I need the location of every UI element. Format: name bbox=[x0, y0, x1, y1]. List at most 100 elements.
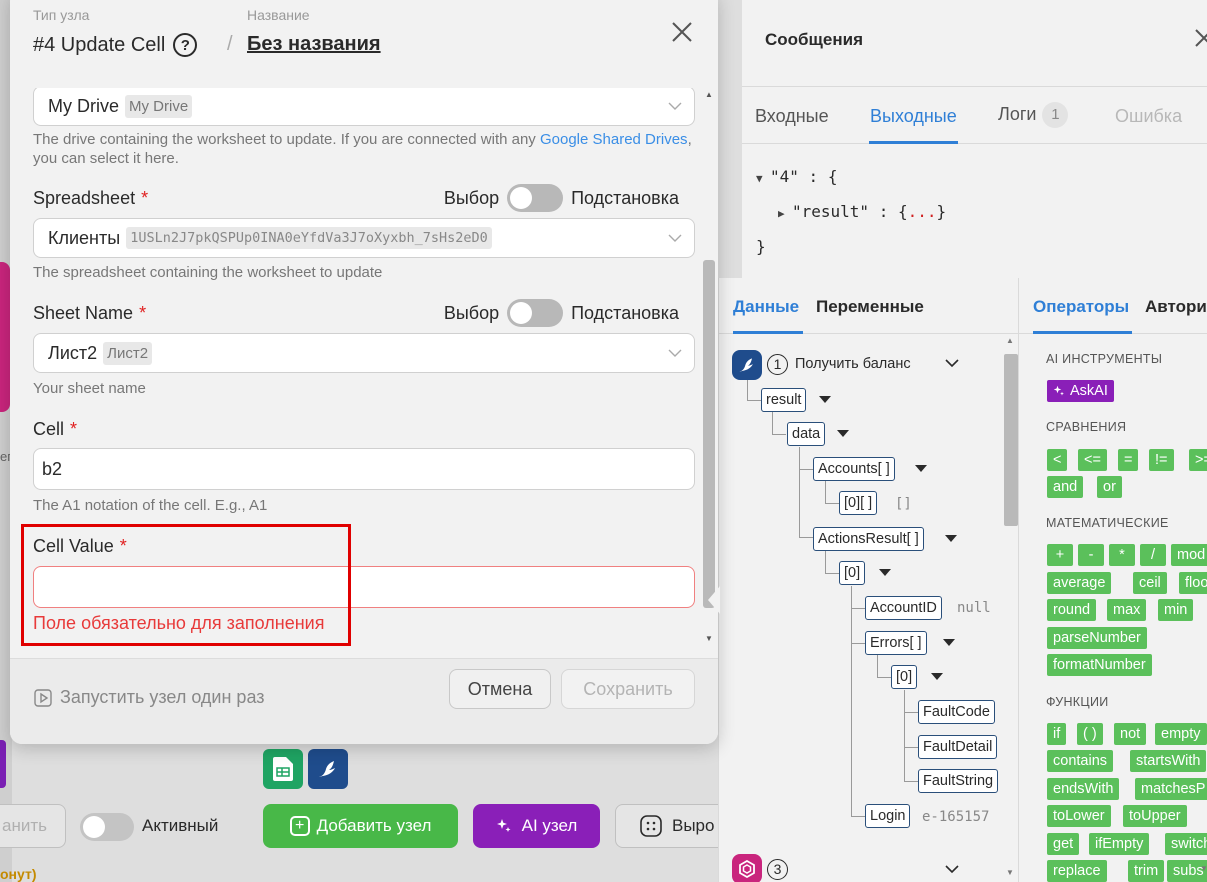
function-floor[interactable]: floor bbox=[1179, 572, 1207, 594]
tree-node-errors[interactable]: Errors[ ] bbox=[865, 631, 927, 655]
tab-data[interactable]: Данные bbox=[733, 297, 799, 317]
scroll-down-arrow-icon[interactable]: ▼ bbox=[1006, 868, 1014, 877]
form-scrollbar[interactable]: ▲ ▼ bbox=[702, 88, 716, 648]
operator-neq[interactable]: != bbox=[1149, 449, 1174, 471]
function-contains[interactable]: contains bbox=[1047, 750, 1114, 772]
data-scrollbar-thumb[interactable] bbox=[1004, 354, 1018, 526]
tree-node-actions-0[interactable]: [0] bbox=[839, 561, 866, 585]
tree-node-errors-0[interactable]: [0] bbox=[891, 665, 918, 689]
json-line-result[interactable]: ▶ "result" : {...} bbox=[756, 195, 946, 230]
tab-input[interactable]: Входные bbox=[755, 106, 829, 127]
function-round[interactable]: round bbox=[1047, 599, 1097, 621]
function-tolower[interactable]: toLower bbox=[1047, 805, 1111, 827]
scroll-down-arrow-icon[interactable]: ▼ bbox=[1200, 864, 1207, 873]
operator-eq[interactable]: = bbox=[1118, 449, 1139, 471]
scroll-down-arrow-icon[interactable]: ▼ bbox=[705, 634, 713, 643]
caret-down-icon[interactable] bbox=[879, 569, 891, 576]
tree-node-faultcode[interactable]: FaultCode bbox=[918, 700, 995, 724]
function-switch[interactable]: switch bbox=[1165, 833, 1207, 855]
run-once-button[interactable]: Запустить узел один раз bbox=[34, 687, 265, 708]
node-title[interactable]: Получить баланс bbox=[795, 356, 911, 372]
function-matches[interactable]: matchesP bbox=[1135, 778, 1207, 800]
function-replace[interactable]: replace bbox=[1047, 860, 1107, 882]
tab-authorization[interactable]: Автори bbox=[1145, 297, 1207, 317]
scroll-up-arrow-icon[interactable]: ▲ bbox=[1006, 336, 1014, 345]
operator-lte[interactable]: <= bbox=[1078, 449, 1107, 471]
tab-error[interactable]: Ошибка bbox=[1115, 106, 1182, 127]
function-min[interactable]: min bbox=[1158, 599, 1194, 621]
close-icon[interactable] bbox=[1194, 26, 1207, 50]
function-ceil[interactable]: ceil bbox=[1133, 572, 1167, 594]
cancel-button[interactable]: Отмена bbox=[449, 669, 551, 709]
operator-plus[interactable]: + bbox=[1047, 544, 1073, 566]
tree-node-result[interactable]: result bbox=[761, 388, 807, 412]
function-not[interactable]: not bbox=[1114, 723, 1147, 745]
caret-down-icon[interactable] bbox=[931, 673, 943, 680]
operator-gte[interactable]: >= bbox=[1189, 449, 1207, 471]
add-node-button[interactable]: + Добавить узел bbox=[263, 804, 458, 848]
collapsed-triangle-icon[interactable]: ▶ bbox=[778, 197, 792, 230]
tree-node-data[interactable]: data bbox=[787, 422, 826, 446]
tree-node-login[interactable]: Login bbox=[865, 804, 911, 828]
tab-output[interactable]: Выходные bbox=[870, 106, 957, 127]
tab-variables[interactable]: Переменные bbox=[816, 297, 924, 317]
bird-app-node-icon[interactable] bbox=[308, 749, 348, 789]
function-formatnumber[interactable]: formatNumber bbox=[1047, 654, 1152, 676]
help-icon[interactable]: ? bbox=[173, 33, 198, 57]
tree-node-faultstring[interactable]: FaultString bbox=[918, 769, 999, 793]
export-button[interactable]: Выро bbox=[615, 804, 735, 848]
form-scrollbar-thumb[interactable] bbox=[703, 260, 715, 608]
function-parentheses[interactable]: ( ) bbox=[1077, 723, 1103, 745]
caret-down-icon[interactable] bbox=[915, 465, 927, 472]
operator-mod[interactable]: mod bbox=[1171, 544, 1207, 566]
function-get[interactable]: get bbox=[1047, 833, 1080, 855]
google-sheets-node-icon[interactable] bbox=[263, 749, 303, 789]
operator-divide[interactable]: / bbox=[1140, 544, 1166, 566]
close-icon[interactable] bbox=[670, 20, 694, 44]
save-button[interactable]: Сохранить bbox=[561, 669, 695, 709]
ai-node-button[interactable]: AI узел bbox=[473, 804, 600, 848]
chevron-down-icon[interactable] bbox=[945, 358, 959, 368]
scroll-up-arrow-icon[interactable]: ▲ bbox=[705, 90, 713, 99]
function-empty[interactable]: empty bbox=[1155, 723, 1207, 745]
canvas-save-button[interactable]: анить bbox=[0, 804, 66, 848]
json-line-root[interactable]: ▼ "4" : { bbox=[756, 160, 946, 195]
shared-drives-link[interactable]: Google Shared Drives bbox=[540, 131, 688, 148]
expanded-triangle-icon[interactable]: ▼ bbox=[756, 162, 770, 195]
tree-node-accounts-0[interactable]: [0][ ] bbox=[839, 491, 878, 515]
function-ifempty[interactable]: ifEmpty bbox=[1089, 833, 1150, 855]
caret-down-icon[interactable] bbox=[943, 639, 955, 646]
function-if[interactable]: if bbox=[1047, 723, 1067, 745]
askai-button[interactable]: AskAI bbox=[1047, 380, 1114, 402]
json-collapsed-dots[interactable]: ... bbox=[908, 202, 937, 221]
caret-down-icon[interactable] bbox=[819, 396, 831, 403]
canvas-node-logo-purple[interactable] bbox=[0, 740, 6, 788]
function-average[interactable]: average bbox=[1047, 572, 1112, 594]
chevron-down-icon[interactable] bbox=[945, 864, 959, 874]
data-scrollbar[interactable]: ▲ ▼ bbox=[1001, 334, 1019, 882]
canvas-node-logo[interactable] bbox=[0, 262, 10, 412]
tab-operators[interactable]: Операторы bbox=[1033, 297, 1129, 317]
active-toggle[interactable] bbox=[80, 813, 134, 841]
operator-and[interactable]: and bbox=[1047, 476, 1084, 498]
mode-toggle[interactable] bbox=[507, 184, 564, 212]
cell-input[interactable]: b2 bbox=[33, 448, 695, 490]
function-max[interactable]: max bbox=[1107, 599, 1147, 621]
tree-node-actions-result[interactable]: ActionsResult[ ] bbox=[813, 527, 924, 551]
function-parsenumber[interactable]: parseNumber bbox=[1047, 627, 1147, 649]
operator-multiply[interactable]: * bbox=[1109, 544, 1135, 566]
function-startswith[interactable]: startsWith bbox=[1130, 750, 1207, 772]
tree-node-accounts[interactable]: Accounts[ ] bbox=[813, 457, 895, 481]
operator-or[interactable]: or bbox=[1097, 476, 1122, 498]
operator-minus[interactable]: - bbox=[1078, 544, 1104, 566]
spreadsheet-select[interactable]: Клиенты 1USLn2J7pkQSPUp0INA0eYfdVa3J7oXy… bbox=[33, 218, 695, 258]
tree-node-accountid[interactable]: AccountID bbox=[865, 596, 942, 620]
mode-toggle[interactable] bbox=[507, 299, 564, 327]
tree-node-faultdetail[interactable]: FaultDetail bbox=[918, 735, 998, 759]
function-trim[interactable]: trim bbox=[1128, 860, 1165, 882]
operator-lt[interactable]: < bbox=[1047, 449, 1068, 471]
drive-select[interactable]: My Drive My Drive bbox=[33, 88, 695, 126]
sheet-name-select[interactable]: Лист2 Лист2 bbox=[33, 333, 695, 373]
function-toupper[interactable]: toUpper bbox=[1123, 805, 1187, 827]
caret-down-icon[interactable] bbox=[945, 535, 957, 542]
